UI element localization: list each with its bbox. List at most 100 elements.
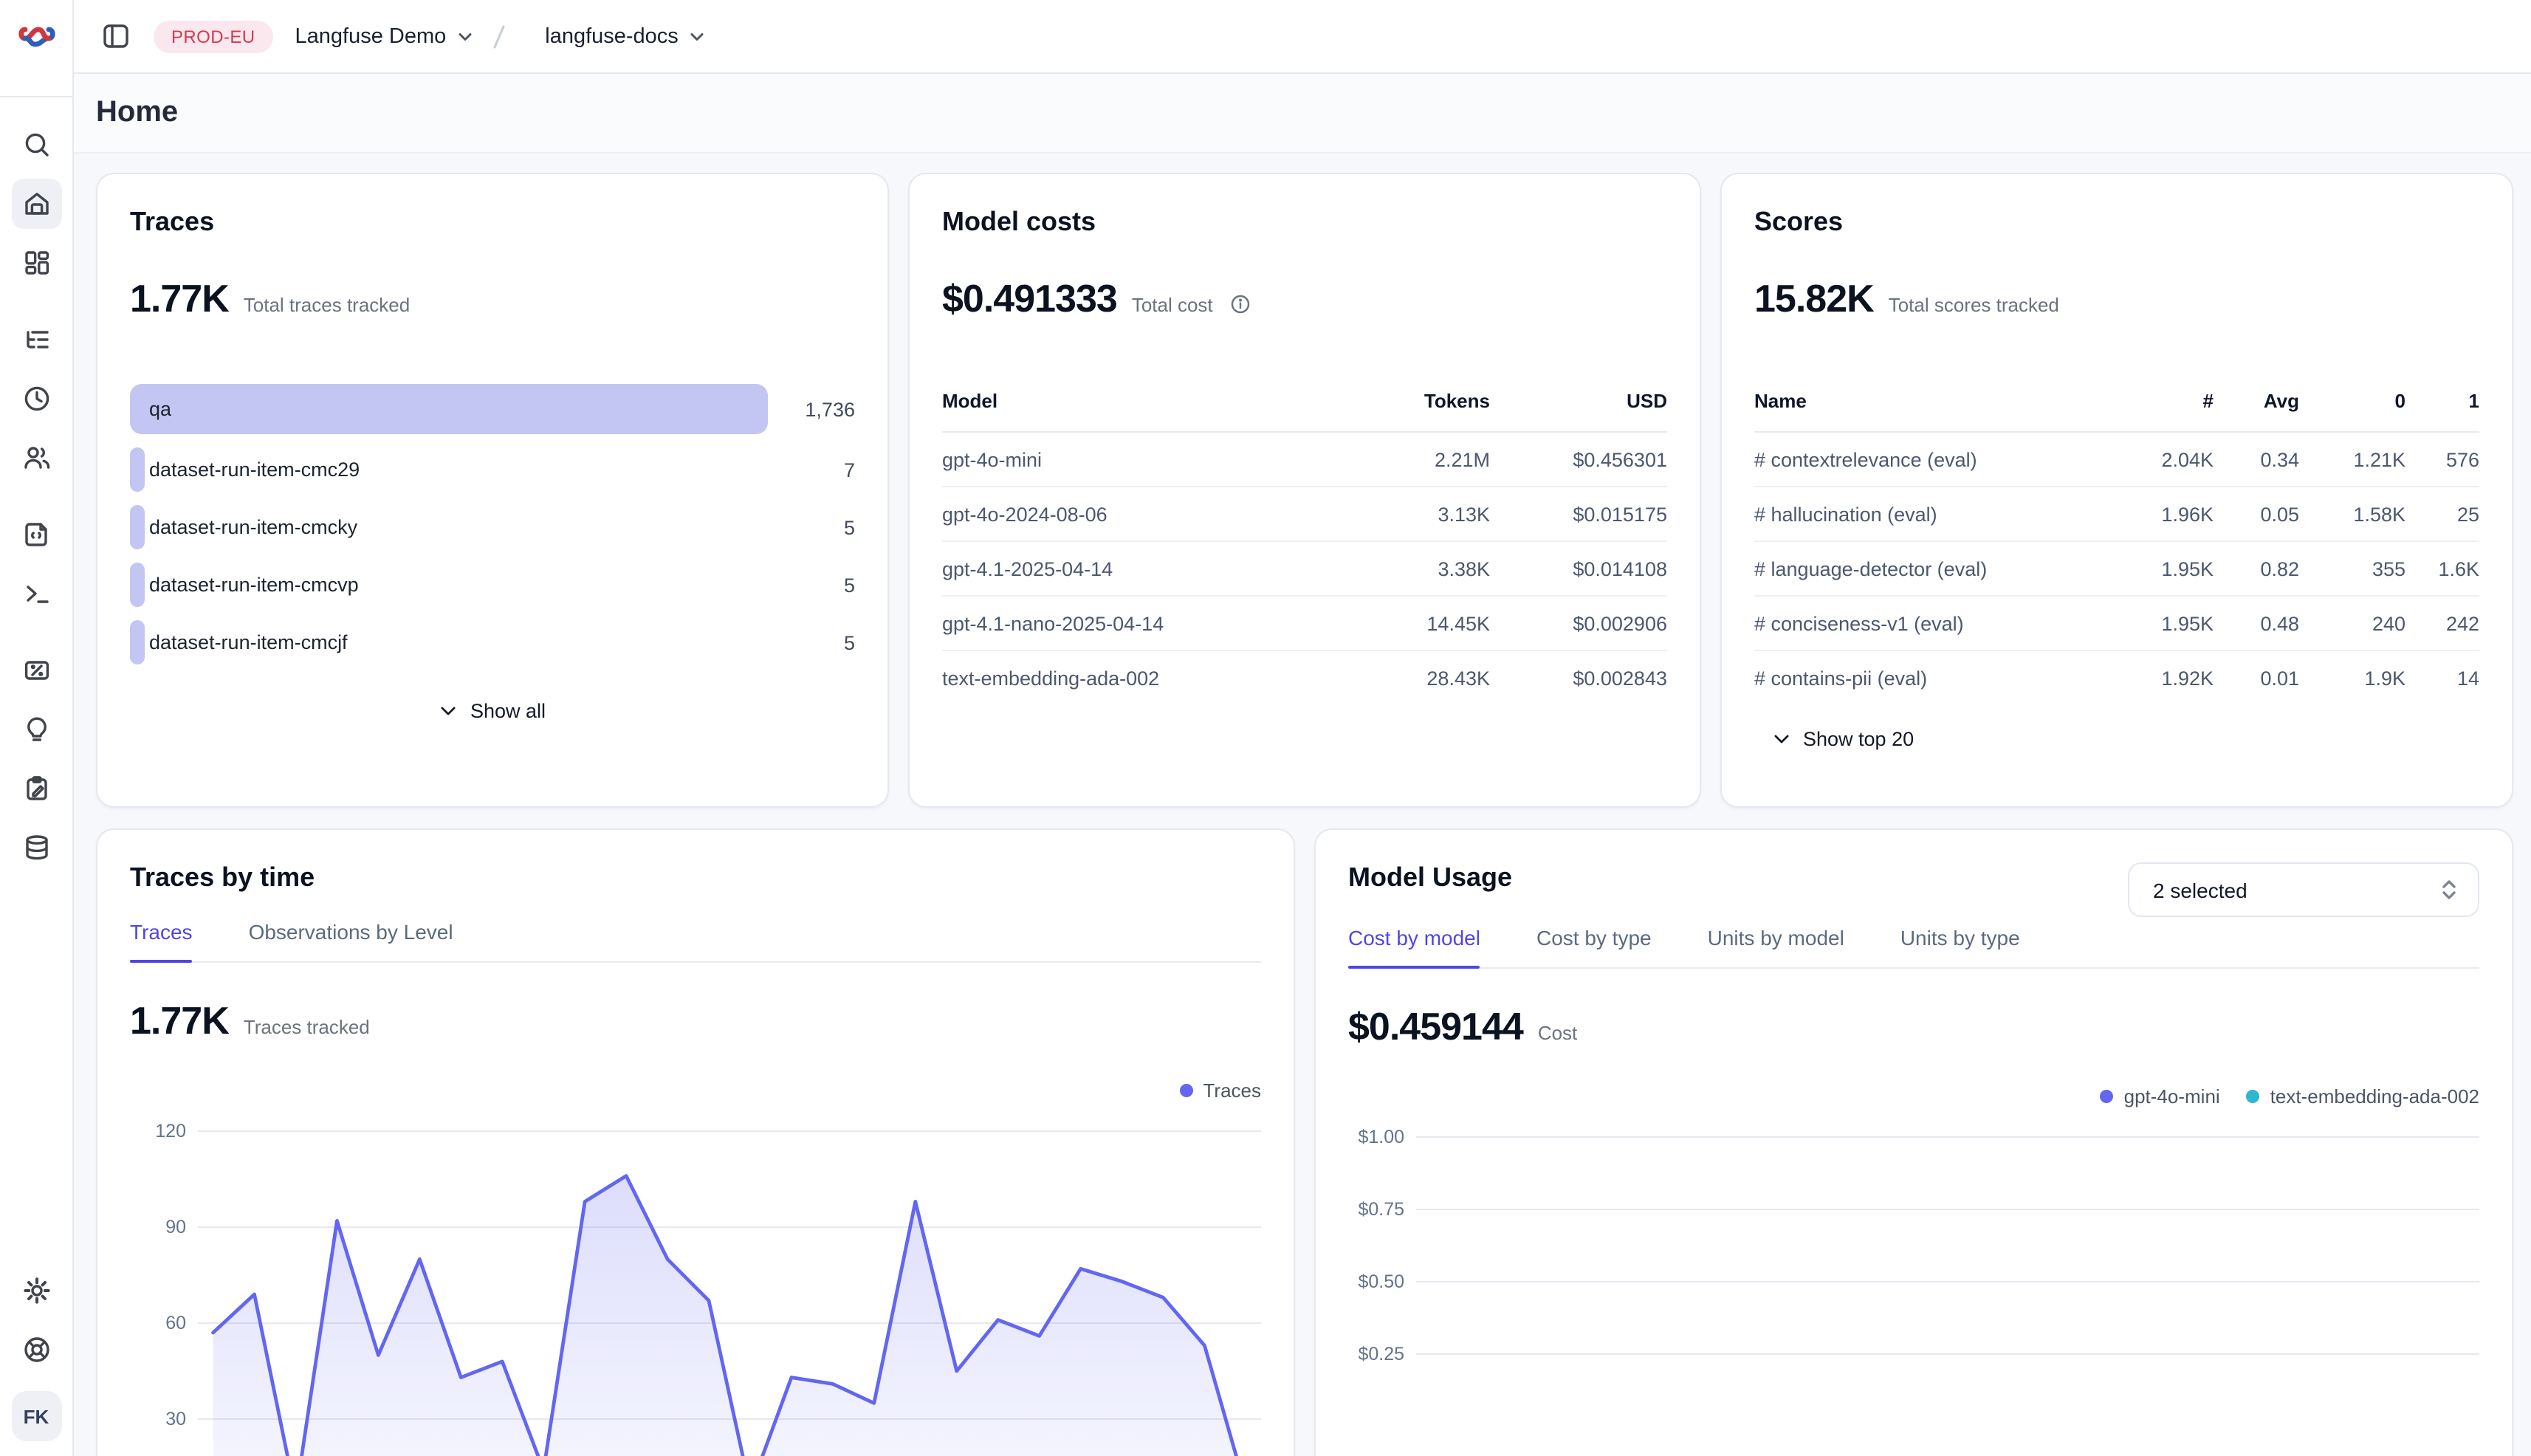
bar-track: dataset-run-item-cmcvp <box>130 563 774 607</box>
table-cell: 1.58K <box>2299 503 2405 525</box>
sidebar-item-search[interactable] <box>0 115 73 174</box>
bar-label: qa <box>149 398 171 420</box>
table-cell: $0.456301 <box>1490 448 1667 470</box>
bar-fill <box>130 620 144 665</box>
table-cell: 0.48 <box>2214 612 2299 634</box>
tab-traces[interactable]: Traces <box>130 920 193 961</box>
sidebar-item-evaluation[interactable] <box>0 641 73 700</box>
bar-fill <box>130 505 144 549</box>
column-header: USD <box>1490 390 1667 412</box>
table-cell: # conciseness-v1 (eval) <box>1754 612 2122 634</box>
sidebar-item-home[interactable] <box>0 174 73 233</box>
chevrons-up-down-icon <box>2438 877 2460 902</box>
sidebar-toggle-button[interactable] <box>93 14 137 58</box>
table-cell: # contextrelevance (eval) <box>1754 448 2122 470</box>
show-top-20-button[interactable]: Show top 20 <box>1754 728 2479 750</box>
playground-icon <box>11 569 61 619</box>
project-switcher[interactable]: langfuse-docs <box>545 24 708 48</box>
search-icon <box>11 120 61 170</box>
table-row: # hallucination (eval)1.96K0.051.58K25 <box>1754 487 2479 542</box>
traces-by-time-card: Traces by time TracesObservations by Lev… <box>96 828 1295 1456</box>
table-cell: gpt-4.1-nano-2025-04-14 <box>942 612 1328 634</box>
insights-icon <box>11 704 61 755</box>
traces-by-time-metric: 1.77K Traces tracked <box>130 998 1261 1044</box>
org-name: Langfuse Demo <box>295 24 447 48</box>
scores-metric: 15.82K Total scores tracked <box>1754 276 2479 322</box>
table-cell: 1.21K <box>2299 448 2405 470</box>
metric-label: Total traces tracked <box>244 294 410 316</box>
column-header: 0 <box>2299 390 2405 412</box>
sidebar-item-support[interactable] <box>0 1320 73 1379</box>
user-avatar[interactable]: FK <box>11 1391 61 1441</box>
dashboards-icon <box>11 238 61 288</box>
table-cell: gpt-4o-mini <box>942 448 1328 470</box>
sidebar-item-tracing[interactable] <box>0 310 73 369</box>
table-cell: 28.43K <box>1328 667 1490 689</box>
model-usage-tabs: Cost by model Cost by type Units by model U… <box>1348 926 2479 969</box>
legend-item: gpt-4o-mini <box>2101 1085 2220 1108</box>
scores-table: Name#Avg01# contextrelevance (eval)2.04K… <box>1754 390 2479 704</box>
evaluation-icon <box>11 645 61 696</box>
tab-observations-by-level[interactable]: Observations by Level <box>249 920 453 961</box>
show-top-20-label: Show top 20 <box>1803 728 1914 750</box>
y-axis-labels: 120906030 <box>130 1122 186 1456</box>
sidebar-item-prompts[interactable] <box>0 505 73 564</box>
table-cell: $0.002906 <box>1490 612 1667 634</box>
bar-label: dataset-run-item-cmcvp <box>149 574 359 596</box>
breadcrumb-separator <box>487 21 511 51</box>
topbar: PROD-EU Langfuse Demo langfuse-docs <box>74 0 2531 74</box>
bar-count: 5 <box>774 516 855 538</box>
table-cell: 2.21M <box>1328 448 1490 470</box>
tab-units-by-model[interactable]: Units by model <box>1708 926 1844 967</box>
bar-count: 5 <box>774 631 855 653</box>
table-cell: 1.9K <box>2299 667 2405 689</box>
sidebar-item-dashboards[interactable] <box>0 233 73 292</box>
table-row: gpt-4o-mini2.21M$0.456301 <box>942 433 1667 487</box>
trace-bar-row[interactable]: dataset-run-item-cmcvp 5 <box>130 563 855 607</box>
sidebar-item-playground[interactable] <box>0 564 73 623</box>
trace-bar-row[interactable]: qa1,736 <box>130 384 855 434</box>
tab-units-by-type[interactable]: Units by type <box>1900 926 2020 967</box>
card-title: Traces <box>130 207 855 238</box>
trace-bar-row[interactable]: dataset-run-item-cmc297 <box>130 447 855 492</box>
trace-bar-row[interactable]: dataset-run-item-cmcjf 5 <box>130 620 855 665</box>
show-all-label: Show all <box>470 700 546 722</box>
sidebar-item-sessions[interactable] <box>0 369 73 428</box>
column-header: Tokens <box>1328 390 1490 412</box>
trace-bar-row[interactable]: dataset-run-item-cmcky5 <box>130 505 855 549</box>
table-header: ModelTokensUSD <box>942 390 1667 433</box>
traces-card: Traces 1.77K Total traces tracked qa1,73… <box>96 173 889 808</box>
bar-fill <box>130 384 767 434</box>
table-cell: 240 <box>2299 612 2405 634</box>
bar-label: dataset-run-item-cmcjf <box>149 631 348 653</box>
table-cell: 3.38K <box>1328 557 1490 580</box>
table-header: Name#Avg01 <box>1754 390 2479 433</box>
metric-value: $0.459144 <box>1348 1004 1523 1050</box>
model-select[interactable]: 2 selected <box>2128 862 2479 917</box>
table-cell: text-embedding-ada-002 <box>942 667 1328 689</box>
sidebar-item-datasets[interactable] <box>0 818 73 877</box>
y-tick-label: $0.25 <box>1358 1344 1404 1364</box>
tab-cost-by-type[interactable]: Cost by type <box>1536 926 1652 967</box>
sidebar-item-insights[interactable] <box>0 700 73 759</box>
column-header: Name <box>1754 390 2122 412</box>
table-cell: 242 <box>2405 612 2479 634</box>
column-header: Model <box>942 390 1328 412</box>
table-row: text-embedding-ada-00228.43K$0.002843 <box>942 651 1667 704</box>
sidebar-item-settings[interactable] <box>0 1261 73 1320</box>
traces-by-time-chart: 120906030 <box>130 1122 1261 1456</box>
bar-count: 5 <box>774 574 855 596</box>
info-icon[interactable] <box>1231 294 1251 322</box>
bar-track: dataset-run-item-cmc29 <box>130 447 774 492</box>
tab-cost-by-model[interactable]: Cost by model <box>1348 926 1480 967</box>
sidebar-item-users[interactable] <box>0 428 73 487</box>
langfuse-logo[interactable] <box>0 0 72 97</box>
model-costs-table: ModelTokensUSDgpt-4o-mini2.21M$0.456301g… <box>942 390 1667 704</box>
y-axis-labels: $1.00$0.75$0.50$0.25 <box>1348 1128 1404 1456</box>
org-switcher[interactable]: Langfuse Demo <box>295 24 476 48</box>
legend-dot-icon <box>2247 1090 2260 1103</box>
show-all-button[interactable]: Show all <box>130 700 855 722</box>
table-cell: 14 <box>2405 667 2479 689</box>
legend-label: Traces <box>1203 1079 1262 1102</box>
sidebar-item-annotation[interactable] <box>0 759 73 818</box>
